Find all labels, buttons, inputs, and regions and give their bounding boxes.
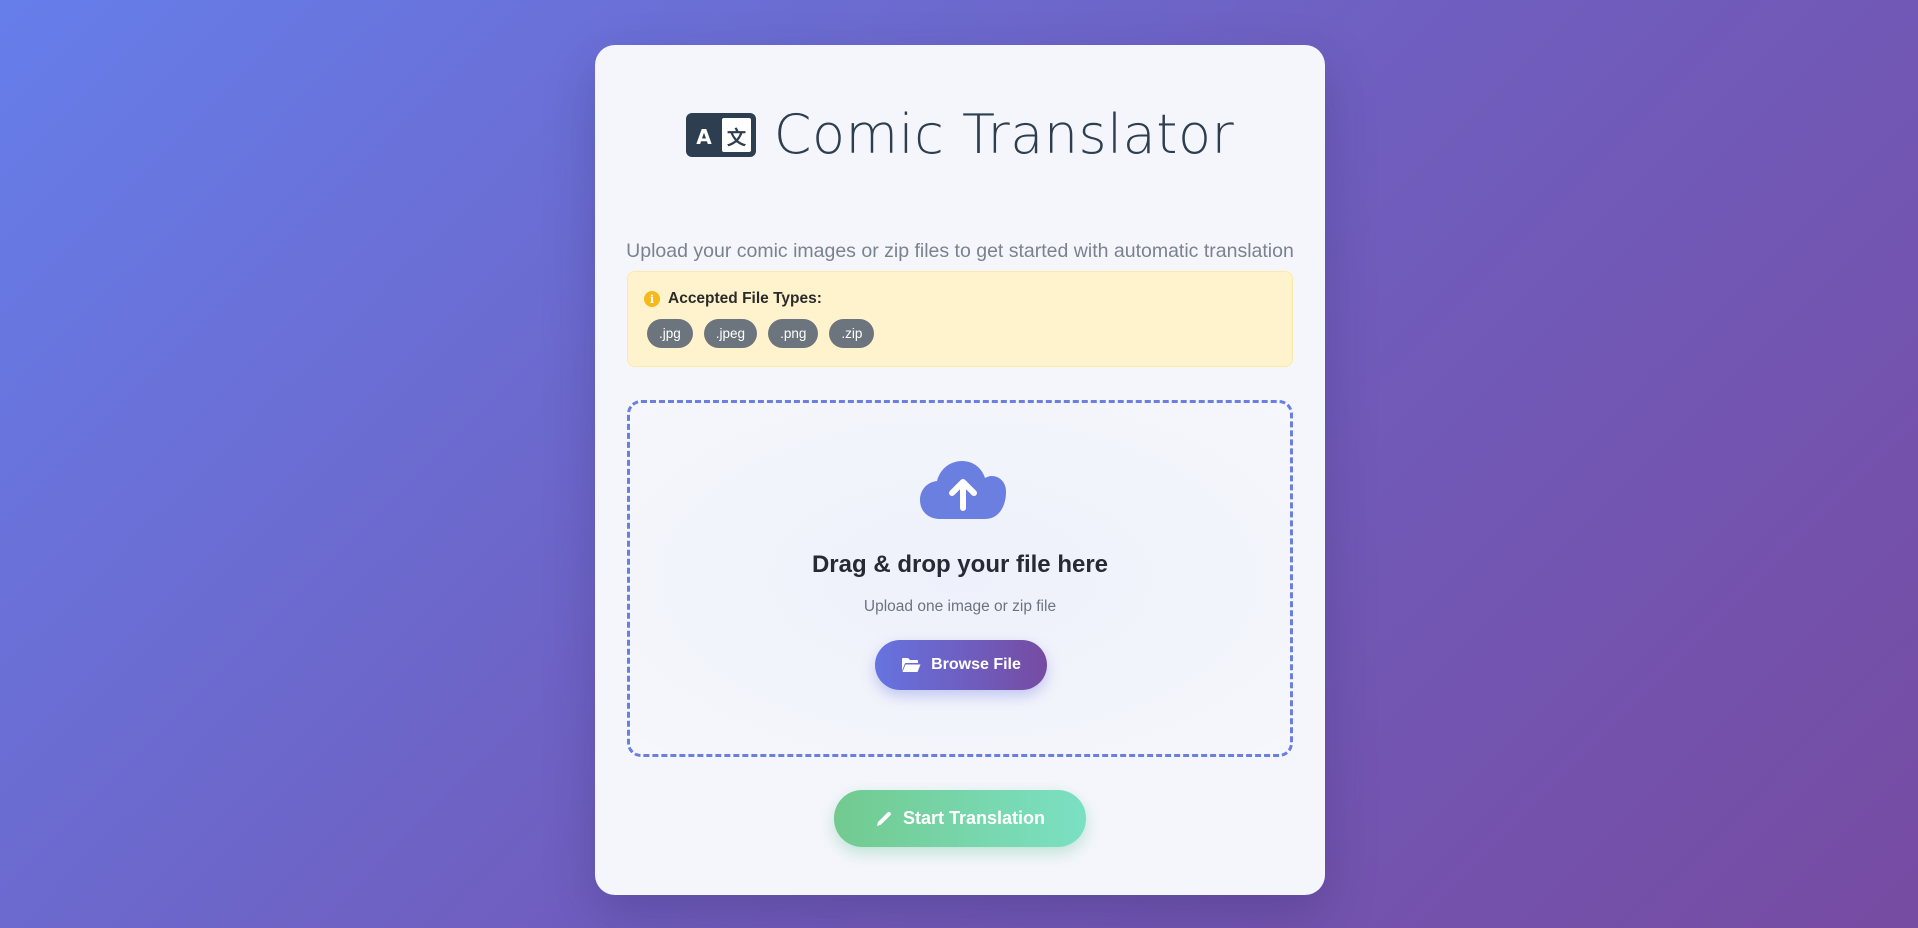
translate-icon: A 文 (685, 113, 756, 157)
page-title: Comic Translator (773, 103, 1235, 166)
file-type-badge: .jpg (647, 319, 693, 348)
page-header: A 文 Comic Translator (595, 97, 1325, 173)
cloud-upload-icon (920, 461, 1006, 519)
accepted-file-types-header: i Accepted File Types: (644, 290, 822, 308)
file-type-badge: .png (768, 319, 819, 348)
dropzone-subtitle: Upload one image or zip file (863, 598, 1057, 615)
folder-open-icon (902, 658, 921, 672)
file-type-badge: .zip (829, 319, 875, 348)
browse-file-label: Browse File (931, 656, 1021, 673)
accepted-file-types-panel: i Accepted File Types: .jpg .jpeg .png .… (627, 271, 1293, 367)
file-type-badge: .jpeg (703, 319, 758, 348)
file-type-badges: .jpg .jpeg .png .zip (647, 319, 875, 348)
accepted-file-types-label: Accepted File Types: (668, 290, 822, 307)
info-icon: i (644, 291, 660, 307)
file-dropzone[interactable]: Drag & drop your file here Upload one im… (627, 400, 1293, 757)
browse-file-button[interactable]: Browse File (875, 640, 1047, 690)
pencil-icon (876, 811, 891, 826)
start-translation-label: Start Translation (902, 808, 1046, 828)
svg-text:A: A (696, 125, 712, 149)
dropzone-title: Drag & drop your file here (811, 551, 1109, 578)
upload-card: A 文 Comic Translator Upload your comic i… (595, 45, 1325, 895)
start-translation-button[interactable]: Start Translation (834, 790, 1086, 847)
page-subtitle: Upload your comic images or zip files to… (626, 240, 1294, 262)
svg-text:文: 文 (727, 126, 747, 149)
